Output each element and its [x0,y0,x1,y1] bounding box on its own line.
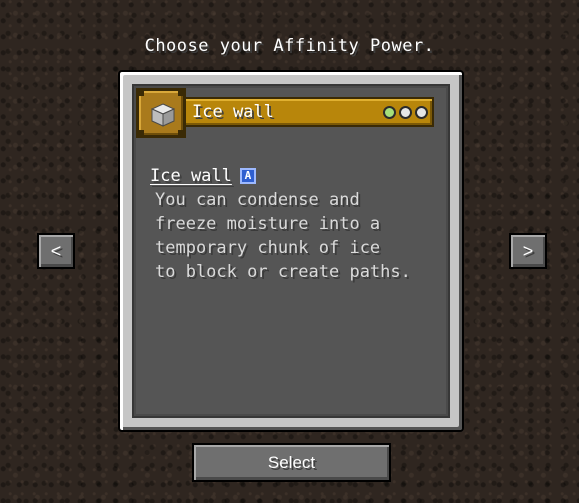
frame-corner [178,130,186,138]
frame-corner [136,130,144,138]
frame-corner [136,88,144,96]
power-tier-indicator [383,106,428,119]
power-name: Ice wall [150,166,232,186]
power-icon-frame [136,88,186,138]
next-power-button[interactable]: > [509,233,547,269]
power-heading-row: Ice wall A [150,164,450,188]
chevron-left-icon: < [50,241,62,261]
description-line: temporary chunk of ice [155,238,381,258]
chevron-right-icon: > [522,241,534,261]
previous-power-button[interactable]: < [37,233,75,269]
screen-title: Choose your Affinity Power. [144,36,435,56]
frame-corner [178,88,186,96]
power-banner: Ice wall [136,88,436,138]
power-type-badge: A [239,168,256,184]
description-line: freeze moisture into a [155,214,381,234]
select-button[interactable]: Select [192,443,391,482]
description-line: You can condense and [155,190,360,210]
tier-dot [415,106,428,119]
power-banner-label: Ice wall [192,102,274,122]
tier-dot [399,106,412,119]
tier-dot [383,106,396,119]
power-details: Ice wall A You can condense and freeze m… [150,164,450,284]
ice-block-icon [150,103,176,127]
power-description: You can condense and freeze moisture int… [150,188,450,284]
description-line: to block or create paths. [155,262,411,282]
